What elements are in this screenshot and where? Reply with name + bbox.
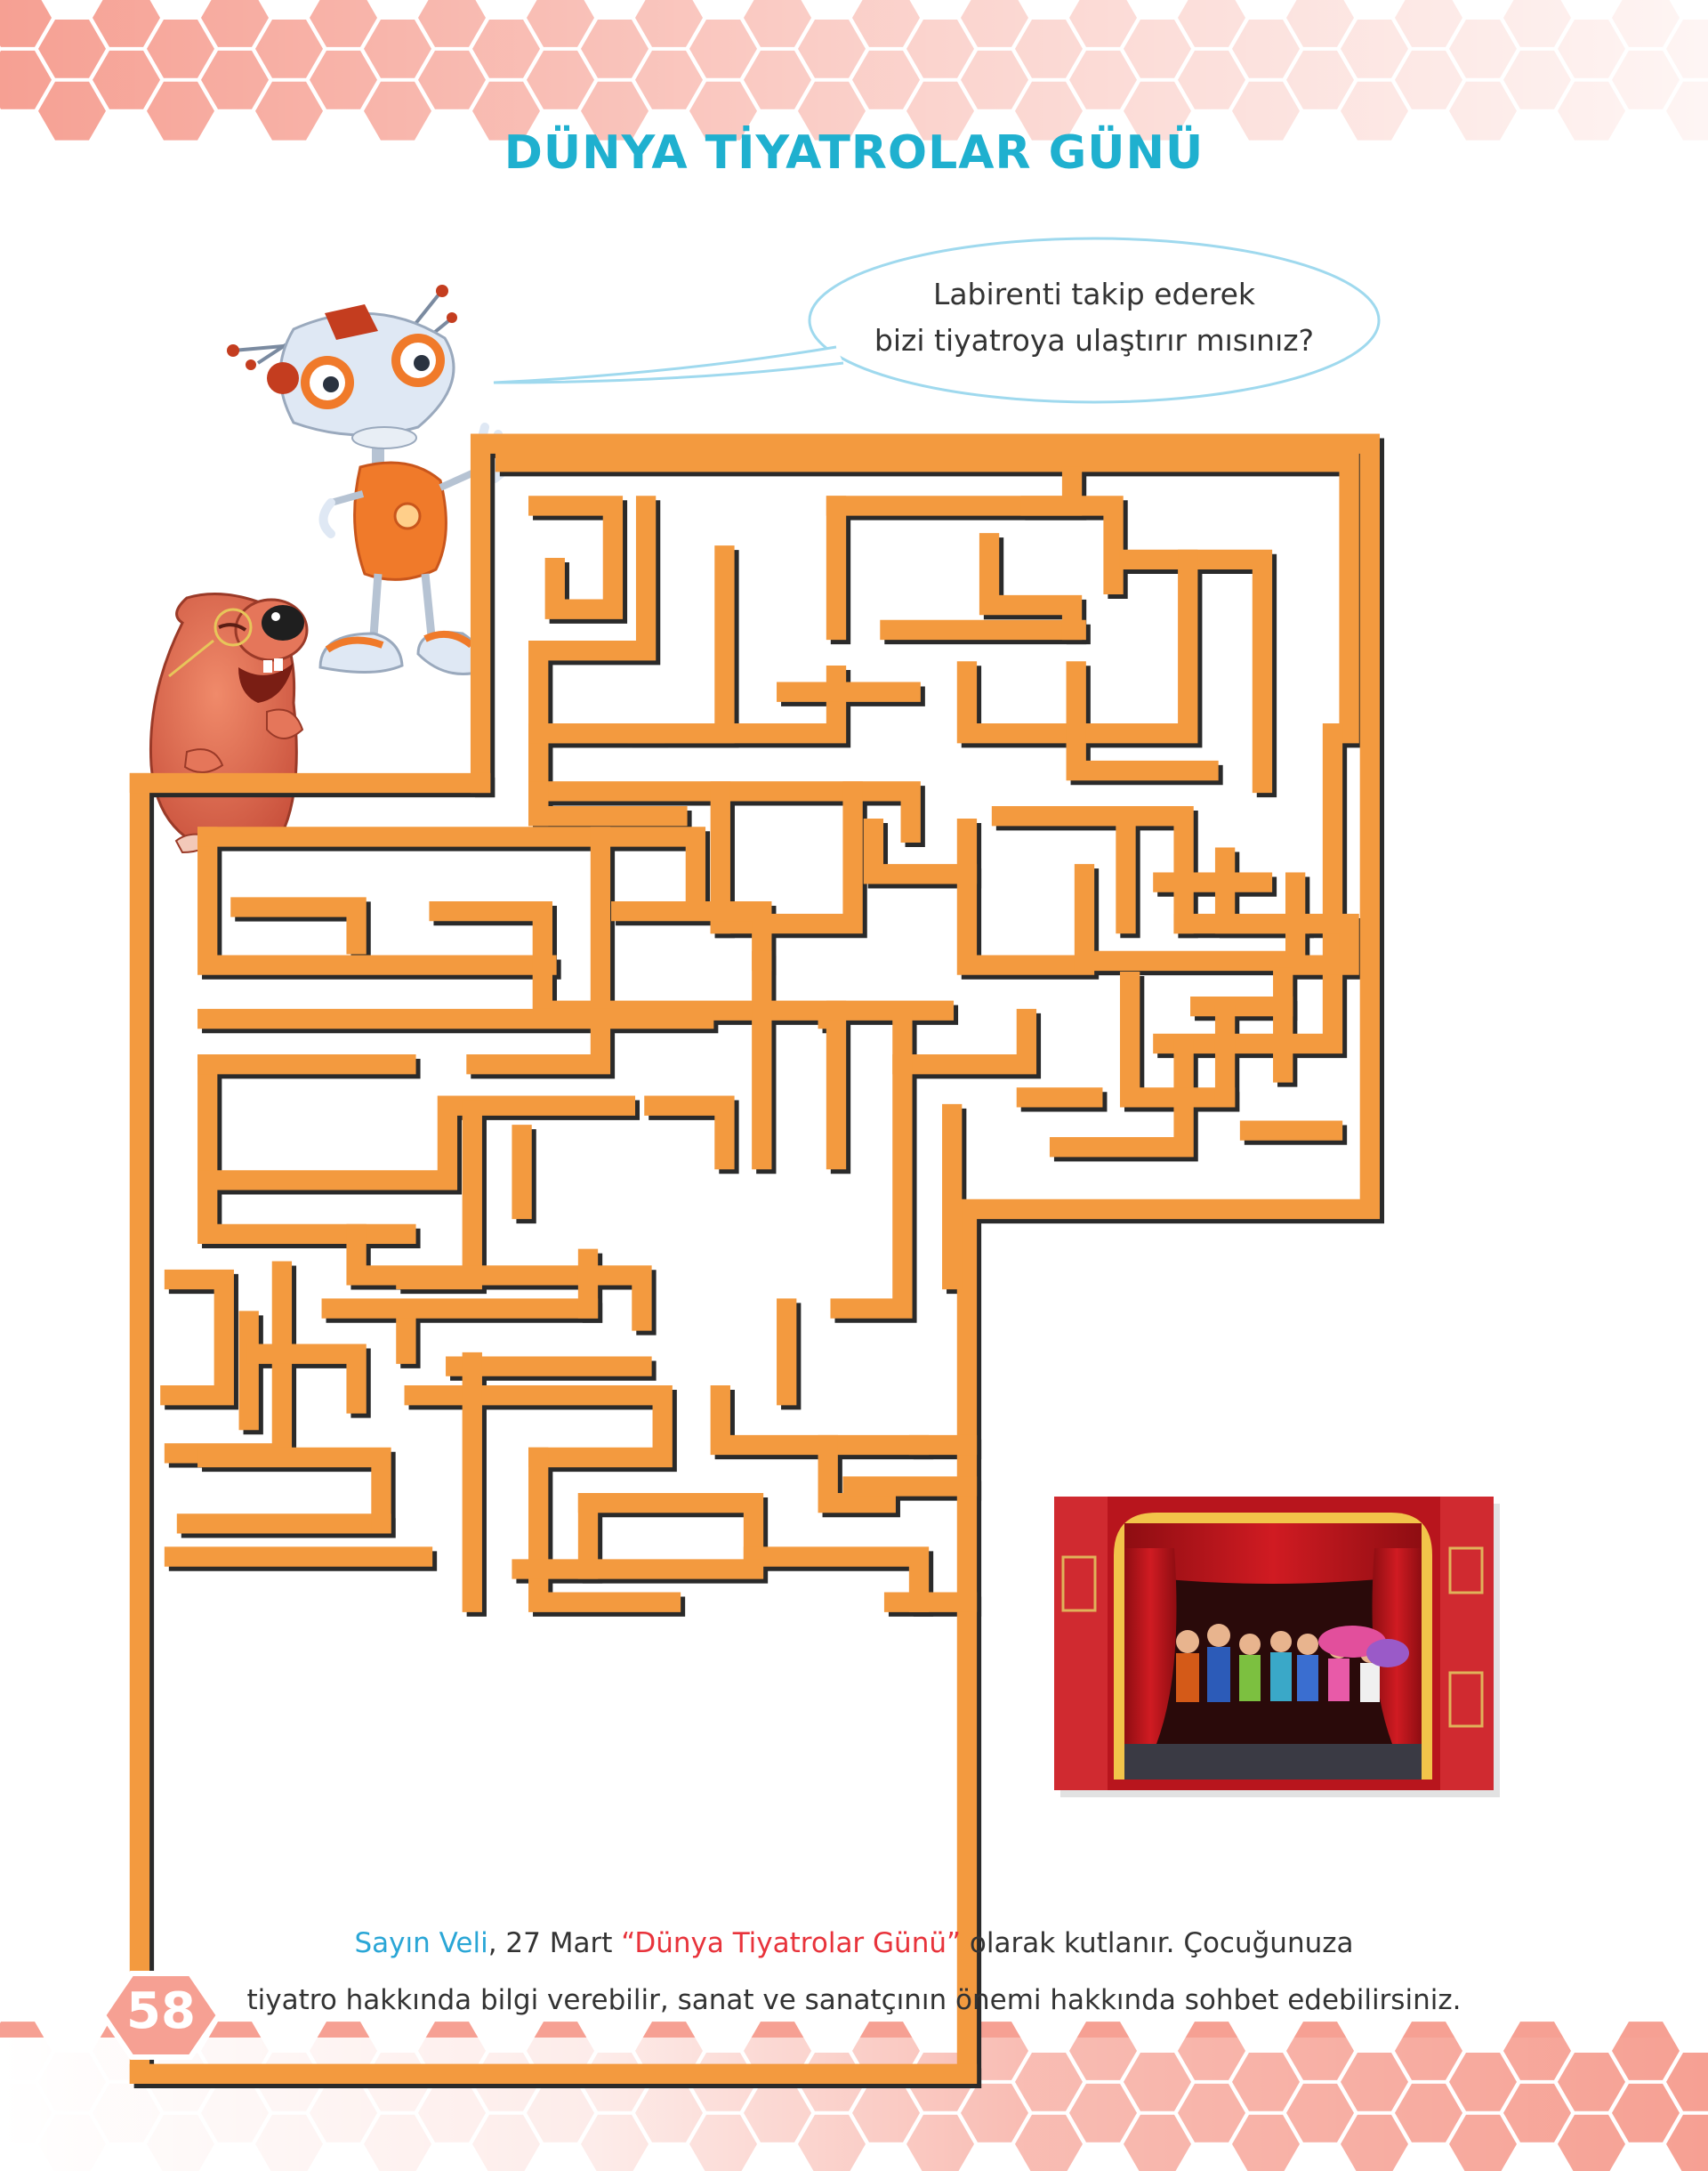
maze-wall bbox=[197, 1054, 416, 1245]
event-name: “Dünya Tiyatrolar Günü” bbox=[621, 1927, 962, 1959]
maze-wall bbox=[533, 1451, 686, 1617]
maze-wall bbox=[528, 496, 624, 619]
maze-wall bbox=[956, 818, 1095, 975]
mole-character bbox=[149, 593, 315, 854]
maze-wall bbox=[818, 1008, 847, 1170]
parent-greeting: Sayın Veli bbox=[354, 1927, 488, 1959]
maze-wall bbox=[197, 827, 706, 909]
maze bbox=[129, 433, 1381, 2084]
parent-note: Sayın Veli, 27 Mart “Dünya Tiyatrolar Gü… bbox=[133, 1915, 1575, 2029]
maze-wall bbox=[577, 1492, 764, 1567]
maze-wall bbox=[235, 901, 371, 959]
maze-wall bbox=[533, 500, 661, 831]
speech-line-2: bizi tiyatroya ulaştırır mısınız? bbox=[874, 323, 1315, 358]
theater-stage-photo bbox=[1054, 1497, 1500, 1797]
maze-wall bbox=[202, 1059, 421, 1249]
page-title: DÜNYA TİYATROLAR GÜNÜ bbox=[504, 126, 1204, 180]
maze-wall bbox=[230, 897, 367, 955]
maze-wall bbox=[160, 1269, 234, 1406]
maze-wall bbox=[470, 433, 1381, 2084]
maze-wall bbox=[474, 438, 1385, 2088]
maze-wall bbox=[197, 1447, 391, 1534]
maze-wall bbox=[961, 822, 1100, 980]
parent-note-line-1: Sayın Veli, 27 Mart “Dünya Tiyatrolar Gü… bbox=[133, 1915, 1575, 1972]
parent-note-text-2: olarak kutlanır. Çocuğunuza bbox=[961, 1927, 1354, 1959]
maze-wall bbox=[644, 1095, 735, 1170]
speech-line-1: Labirenti takip ederek bbox=[932, 277, 1256, 311]
maze-wall bbox=[582, 1497, 769, 1571]
page-number: 58 bbox=[126, 1982, 196, 2040]
parent-note-text-1: , 27 Mart bbox=[487, 1927, 622, 1959]
parent-note-line-2: tiyatro hakkında bilgi verebilir, sanat … bbox=[246, 1984, 1462, 2016]
maze-wall bbox=[202, 831, 711, 914]
speech-bubble-text: Labirenti takip ederek bizi tiyatroya ul… bbox=[818, 271, 1370, 364]
maze-wall bbox=[892, 1008, 1037, 1075]
